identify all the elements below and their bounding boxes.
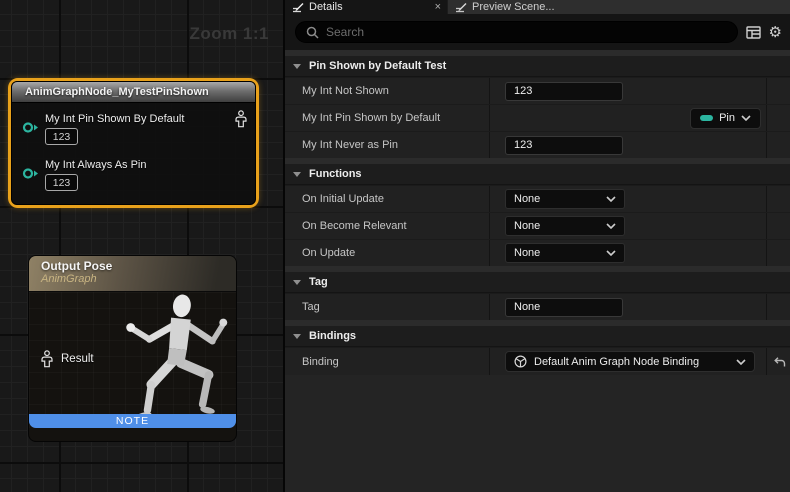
zoom-level-label: Zoom 1:1 — [189, 24, 269, 44]
property-label: My Int Never as Pin — [285, 132, 489, 158]
node-title: AnimGraphNode_MyTestPinShown — [25, 86, 209, 98]
result-pin[interactable]: Result — [40, 350, 94, 368]
on-update-dropdown[interactable]: None — [505, 243, 625, 263]
property-label: My Int Not Shown — [285, 78, 489, 104]
tag-input[interactable] — [505, 298, 623, 317]
category-functions[interactable]: Functions — [285, 164, 790, 185]
tab-bar: Details × Preview Scene... — [285, 0, 790, 14]
property-list: Pin Shown by Default Test My Int Not Sho… — [285, 50, 790, 492]
my-int-never-as-pin-input[interactable] — [505, 136, 623, 155]
chevron-down-icon — [606, 250, 616, 256]
pin-value-input[interactable] — [45, 174, 78, 191]
chevron-down-icon — [293, 64, 301, 69]
on-initial-update-dropdown[interactable]: None — [505, 189, 625, 209]
binding-icon — [514, 355, 527, 368]
anim-graph-test-node-body: AnimGraphNode_MyTestPinShown My Int Pin … — [11, 81, 256, 205]
category-bindings[interactable]: Bindings — [285, 326, 790, 347]
graph-canvas[interactable]: Zoom 1:1 AnimGraphNode_MyTestPinShown My… — [0, 0, 283, 492]
editor-window: Zoom 1:1 AnimGraphNode_MyTestPinShown My… — [0, 0, 790, 492]
display-filter-icon[interactable] — [746, 26, 761, 39]
chevron-down-icon — [606, 196, 616, 202]
property-label: Binding — [285, 348, 489, 375]
row-on-initial-update: On Initial Update None — [285, 185, 790, 212]
row-binding: Binding Default Anim Graph Node Binding — [285, 347, 790, 375]
output-pose-node[interactable]: Output Pose AnimGraph — [28, 255, 237, 442]
tab-label: Preview Scene... — [472, 1, 555, 13]
category-tag[interactable]: Tag — [285, 272, 790, 293]
preview-scene-panel-icon — [455, 2, 467, 13]
row-on-update: On Update None — [285, 239, 790, 266]
property-label: On Initial Update — [285, 186, 489, 212]
anim-graph-test-node[interactable]: AnimGraphNode_MyTestPinShown My Int Pin … — [8, 78, 259, 208]
chevron-down-icon — [293, 334, 301, 339]
node-title: Output Pose — [41, 259, 236, 273]
node-header[interactable]: Output Pose AnimGraph — [29, 256, 236, 292]
property-label: Tag — [285, 294, 489, 320]
chevron-down-icon — [736, 359, 746, 365]
row-my-int-not-shown: My Int Not Shown — [285, 77, 790, 104]
binding-dropdown[interactable]: Default Anim Graph Node Binding — [505, 351, 755, 372]
pin-mode-dropdown[interactable]: Pin — [690, 108, 761, 129]
property-label: On Update — [285, 240, 489, 266]
pin-type-icon — [700, 115, 713, 121]
search-toolbar: ⚙ — [285, 14, 790, 50]
chevron-down-icon — [293, 280, 301, 285]
chevron-down-icon — [741, 115, 751, 121]
search-icon — [306, 26, 319, 39]
tab-label: Details — [309, 1, 343, 13]
pin-value-input[interactable] — [45, 128, 78, 145]
mannequin-preview-image — [117, 294, 235, 427]
int-pin-icon[interactable] — [22, 121, 39, 134]
settings-gear-icon[interactable]: ⚙ — [769, 25, 782, 40]
pin-row: My Int Pin Shown By Default — [22, 113, 184, 145]
note-banner[interactable]: NOTE — [29, 414, 236, 428]
pin-row: My Int Always As Pin — [22, 159, 146, 191]
reset-to-default-icon[interactable] — [772, 356, 786, 368]
search-box[interactable] — [295, 21, 738, 43]
pin-label: My Int Always As Pin — [45, 159, 146, 171]
node-subtitle: AnimGraph — [41, 273, 236, 285]
close-icon[interactable]: × — [435, 2, 441, 13]
row-my-int-never-as-pin: My Int Never as Pin — [285, 131, 790, 158]
int-pin-icon[interactable] — [22, 167, 39, 180]
search-input[interactable] — [326, 25, 727, 39]
row-on-become-relevant: On Become Relevant None — [285, 212, 790, 239]
category-pin-shown-by-default-test[interactable]: Pin Shown by Default Test — [285, 56, 790, 77]
on-become-relevant-dropdown[interactable]: None — [505, 216, 625, 236]
tab-details[interactable]: Details × — [285, 0, 447, 14]
result-pin-label: Result — [61, 353, 94, 365]
pose-output-pin-icon[interactable] — [234, 110, 248, 128]
node-body: Result NOTE — [29, 292, 236, 428]
row-tag: Tag — [285, 293, 790, 320]
pose-input-pin-icon — [40, 350, 54, 368]
details-panel: Details × Preview Scene... — [285, 0, 790, 492]
chevron-down-icon — [606, 223, 616, 229]
node-header[interactable]: AnimGraphNode_MyTestPinShown — [12, 82, 255, 103]
property-label: My Int Pin Shown by Default — [285, 105, 489, 131]
my-int-not-shown-input[interactable] — [505, 82, 623, 101]
details-panel-icon — [292, 2, 304, 13]
pin-label: My Int Pin Shown By Default — [45, 113, 184, 125]
tab-preview-scene[interactable]: Preview Scene... — [447, 0, 790, 14]
chevron-down-icon — [293, 172, 301, 177]
row-my-int-pin-shown-by-default: My Int Pin Shown by Default Pin — [285, 104, 790, 131]
property-label: On Become Relevant — [285, 213, 489, 239]
